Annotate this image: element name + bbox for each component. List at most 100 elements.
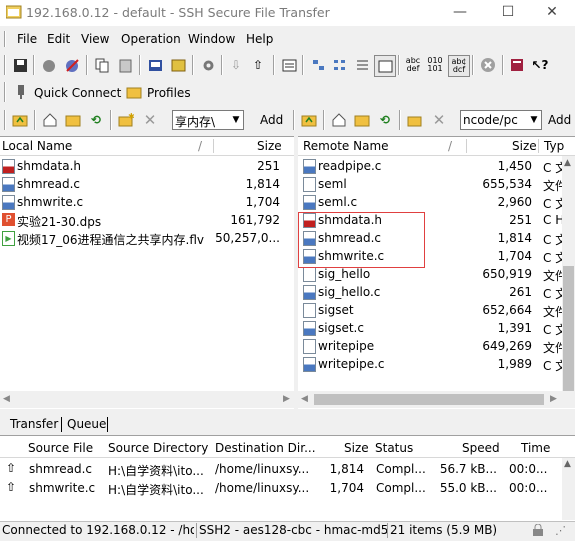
resize-grip-icon[interactable]: ⋰: [555, 524, 566, 537]
menu-window[interactable]: Window: [188, 32, 235, 46]
local-parent-folder-icon[interactable]: [63, 110, 83, 130]
quick-connect-button[interactable]: Quick Connect: [34, 86, 121, 100]
local-refresh-icon[interactable]: ⟲: [86, 110, 106, 130]
copy-icon[interactable]: [92, 55, 112, 75]
menu-grip: [4, 31, 6, 47]
remote-vertical-scrollbar[interactable]: ▲: [562, 156, 575, 396]
remote-parent-folder-icon[interactable]: [352, 110, 372, 130]
remote-home-icon[interactable]: [329, 110, 349, 130]
menu-file[interactable]: File: [17, 32, 37, 46]
remote-name-header[interactable]: Remote Name: [303, 139, 389, 153]
tab-queue[interactable]: Queue: [67, 417, 106, 431]
speed-header[interactable]: Speed: [462, 441, 500, 455]
remote-add-button[interactable]: Add: [548, 113, 571, 127]
upload-icon[interactable]: ⇧: [248, 55, 268, 75]
source-dir-header[interactable]: Source Directory: [108, 441, 208, 455]
local-delete-icon[interactable]: ✕: [140, 110, 160, 130]
scroll-right-icon[interactable]: ▶: [550, 394, 557, 404]
remote-up-folder-icon[interactable]: [299, 110, 319, 130]
table-row[interactable]: ⇧ shmwrite.c H:\自学资料\ito... /home/linuxsy..…: [0, 479, 562, 497]
remote-horizontal-scrollbar[interactable]: ◀ ▶: [298, 391, 575, 408]
close-button[interactable]: ✕: [529, 0, 575, 26]
transfer-vertical-scrollbar[interactable]: ▲: [562, 458, 575, 520]
list-item[interactable]: readpipe.c 1,450 C 文: [298, 157, 567, 175]
list-item[interactable]: shmdata.h 251: [0, 157, 294, 175]
local-home-icon[interactable]: [40, 110, 60, 130]
source-file-header[interactable]: Source File: [28, 441, 93, 455]
dest-dir-header[interactable]: Destination Dir...: [215, 441, 316, 455]
toolbar-separator: [139, 55, 141, 75]
scroll-thumb[interactable]: [314, 394, 544, 405]
local-horizontal-scrollbar[interactable]: ◀ ▶: [0, 391, 294, 408]
local-new-folder-icon[interactable]: ✱: [116, 110, 136, 130]
list-item[interactable]: writepipe 649,269 文件: [298, 337, 567, 355]
disconnect-icon[interactable]: [62, 55, 82, 75]
local-add-button[interactable]: Add: [260, 113, 283, 127]
small-icons-icon[interactable]: [330, 55, 350, 75]
file-name: seml.c: [318, 195, 358, 209]
large-icons-icon[interactable]: [308, 55, 328, 75]
remote-refresh-icon[interactable]: ⟲: [375, 110, 395, 130]
menu-edit[interactable]: Edit: [47, 32, 70, 46]
local-size-header[interactable]: Size: [257, 139, 282, 153]
view-list-icon[interactable]: [279, 55, 299, 75]
help-book-icon[interactable]: [507, 55, 527, 75]
local-name-header[interactable]: Local Name: [2, 139, 72, 153]
scroll-up-icon[interactable]: ▲: [564, 158, 571, 168]
file-size: 251: [257, 159, 280, 173]
toolbar-grip: [4, 110, 6, 130]
remote-path-dropdown[interactable]: ncode/pc ▼: [460, 110, 542, 130]
menu-view[interactable]: View: [81, 32, 109, 46]
time-header[interactable]: Time: [521, 441, 550, 455]
transfer-src: H:\自学资料\ito...: [108, 464, 204, 478]
status-header[interactable]: Status: [375, 441, 413, 455]
menu-operation[interactable]: Operation: [121, 32, 181, 46]
list-item[interactable]: sig_hello.c 261 C 文: [298, 283, 567, 301]
list-item[interactable]: writepipe.c 1,989 C 文: [298, 355, 567, 373]
list-view-icon[interactable]: [352, 55, 372, 75]
profiles-button[interactable]: Profiles: [147, 86, 191, 100]
list-item[interactable]: seml 655,534 文件: [298, 175, 567, 193]
list-item[interactable]: ▶ 视频17_06进程通信之共享内存.flv 50,257,0...: [0, 229, 294, 247]
settings-icon[interactable]: [198, 55, 218, 75]
context-help-icon[interactable]: ↖?: [530, 55, 550, 75]
local-up-folder-icon[interactable]: [10, 110, 30, 130]
details-view-icon[interactable]: [374, 55, 396, 77]
remote-size-header[interactable]: Size: [512, 139, 537, 153]
transfer-size-header[interactable]: Size: [344, 441, 369, 455]
scroll-right-icon[interactable]: ▶: [283, 394, 290, 404]
remote-delete-icon[interactable]: ✕: [429, 110, 449, 130]
scroll-up-icon[interactable]: ▲: [564, 459, 571, 469]
remote-new-folder-icon[interactable]: [405, 110, 425, 130]
connect-icon[interactable]: [39, 55, 59, 75]
paste-icon[interactable]: [115, 55, 135, 75]
tab-transfer[interactable]: Transfer: [10, 417, 58, 431]
minimize-button[interactable]: —: [437, 0, 483, 26]
list-item[interactable]: seml.c 2,960 C 文: [298, 193, 567, 211]
highlight-box: [298, 212, 425, 268]
remote-sort-indicator: /: [448, 139, 453, 153]
maximize-button[interactable]: ☐: [485, 0, 531, 26]
download-icon[interactable]: ⇩: [226, 55, 246, 75]
stop-icon[interactable]: [478, 55, 498, 75]
new-terminal-icon[interactable]: [145, 55, 165, 75]
table-row[interactable]: ⇧ shmread.c H:\自学资料\ito... /home/linuxsy...…: [0, 460, 562, 478]
status-divider: [196, 523, 197, 538]
save-icon[interactable]: [10, 55, 30, 75]
ascii-mode-icon[interactable]: abc def: [403, 55, 423, 75]
local-path-dropdown[interactable]: 享内存\ ▼: [172, 110, 244, 130]
list-item[interactable]: sigset.c 1,391 C 文: [298, 319, 567, 337]
list-item[interactable]: shmwrite.c 1,704: [0, 193, 294, 211]
new-transfer-icon[interactable]: [168, 55, 188, 75]
list-item[interactable]: sigset 652,664 文件: [298, 301, 567, 319]
scroll-left-icon[interactable]: ◀: [3, 394, 10, 404]
scroll-left-icon[interactable]: ◀: [301, 394, 308, 404]
list-item[interactable]: shmread.c 1,814: [0, 175, 294, 193]
auto-mode-icon[interactable]: ab¢ dcf: [448, 55, 470, 77]
menu-help[interactable]: Help: [246, 32, 273, 46]
remote-type-header[interactable]: Typ: [544, 139, 564, 153]
binary-mode-icon[interactable]: 010 101: [425, 55, 445, 75]
list-item[interactable]: P 实验21-30.dps 161,792: [0, 211, 294, 229]
file-icon: [303, 267, 316, 282]
scroll-thumb[interactable]: [563, 266, 574, 396]
